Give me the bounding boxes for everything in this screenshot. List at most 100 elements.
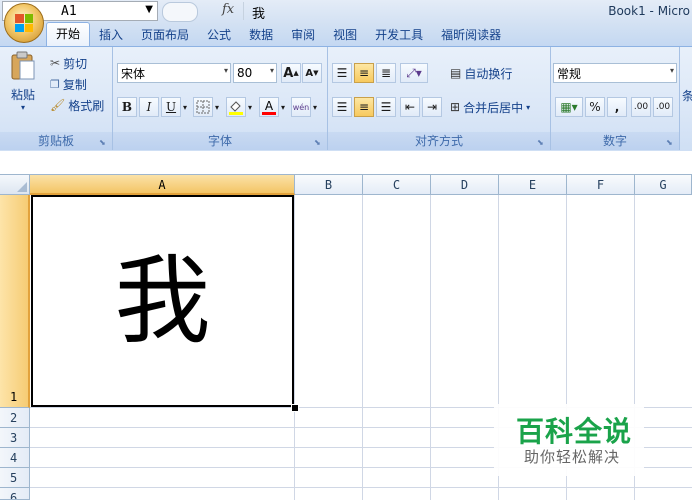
bold-icon: B	[121, 100, 133, 114]
number-format-select[interactable]: 常规 ▾	[553, 63, 677, 83]
grow-font-button[interactable]: A ▲	[281, 63, 301, 83]
row-header-6[interactable]: 6	[0, 488, 30, 500]
column-header-d[interactable]: D	[431, 175, 499, 195]
align-right-icon: ☰	[380, 100, 392, 114]
align-middle-icon: ≡	[358, 66, 370, 80]
window-title: Book1 - Micro	[608, 4, 690, 18]
copy-label: 复制	[62, 77, 87, 92]
cell-a1[interactable]: 我	[31, 195, 294, 407]
wrap-text-button[interactable]: ▤ 自动换行	[450, 63, 512, 83]
column-header-b[interactable]: B	[295, 175, 363, 195]
align-left-icon: ☰	[336, 100, 348, 114]
align-center-button[interactable]: ≡	[354, 97, 374, 117]
phonetic-dropdown-icon[interactable]: ▾	[310, 97, 320, 117]
merge-center-icon: ⊞	[450, 100, 461, 114]
column-header-f[interactable]: F	[567, 175, 635, 195]
font-group: 宋体 ▾ 80 ▾ A ▲ A ▼ B I U ▾ ▾ ▾ A ▾ wén ▾ 字体…	[113, 47, 328, 150]
font-name-select[interactable]: 宋体 ▾	[117, 63, 231, 83]
row-header-2[interactable]: 2	[0, 408, 30, 428]
borders-button[interactable]	[193, 97, 213, 117]
decrease-indent-button[interactable]: ⇤	[400, 97, 420, 117]
scissors-icon: ✂	[50, 56, 61, 70]
column-header-e[interactable]: E	[499, 175, 567, 195]
italic-button[interactable]: I	[139, 97, 159, 117]
paste-button[interactable]: 粘贴 ▾	[6, 51, 40, 112]
align-middle-button[interactable]: ≡	[354, 63, 374, 83]
chevron-down-icon[interactable]: ▼	[145, 4, 153, 15]
fill-color-button[interactable]	[226, 97, 246, 117]
increase-decimal-button[interactable]: .00	[631, 97, 651, 117]
shrink-font-button[interactable]: A ▼	[302, 63, 322, 83]
align-left-button[interactable]: ☰	[332, 97, 352, 117]
row-header-4[interactable]: 4	[0, 448, 30, 468]
tab-data[interactable]: 数据	[240, 24, 282, 46]
italic-icon: I	[146, 100, 152, 114]
align-center-icon: ≡	[358, 100, 370, 114]
merge-center-button[interactable]: ⊞ 合并后居中 ▾	[450, 97, 530, 117]
gridline	[362, 195, 363, 500]
row-header-5[interactable]: 5	[0, 468, 30, 488]
tab-formulas[interactable]: 公式	[198, 24, 240, 46]
office-button[interactable]	[4, 3, 44, 43]
align-top-button[interactable]: ☰	[332, 63, 352, 83]
insert-function-icon[interactable]: fx	[222, 2, 234, 17]
wrap-text-icon: ▤	[450, 66, 462, 80]
percent-button[interactable]: %	[585, 97, 605, 117]
row-header-1[interactable]: 1	[0, 195, 30, 408]
font-color-swatch	[262, 111, 276, 115]
font-size-value: 80	[237, 66, 253, 80]
underline-dropdown-icon[interactable]: ▾	[180, 97, 190, 117]
align-right-button[interactable]: ☰	[376, 97, 396, 117]
formula-input[interactable]: 我	[252, 3, 265, 22]
gridline	[294, 195, 295, 500]
paste-dropdown-icon[interactable]: ▾	[6, 103, 40, 112]
font-launcher-icon[interactable]: ⬊	[314, 138, 323, 147]
tab-review[interactable]: 审阅	[282, 24, 324, 46]
grow-font-icon: A	[283, 65, 294, 81]
tab-foxit-reader[interactable]: 福昕阅读器	[432, 24, 510, 46]
orientation-button[interactable]: ⤢▾	[400, 63, 428, 83]
font-color-dropdown-icon[interactable]: ▾	[278, 97, 288, 117]
gridline	[30, 487, 692, 488]
format-painter-button[interactable]: 🖌 格式刷	[50, 95, 104, 115]
tab-insert[interactable]: 插入	[90, 24, 132, 46]
tab-page-layout[interactable]: 页面布局	[132, 24, 198, 46]
decrease-decimal-button[interactable]: .00	[653, 97, 673, 117]
copy-icon: ❐	[50, 77, 60, 91]
column-header-g[interactable]: G	[635, 175, 692, 195]
select-all-button[interactable]	[0, 175, 30, 195]
row-header-3[interactable]: 3	[0, 428, 30, 448]
number-group: 常规 ▾ ▦▾ % , .00 .00 数字 ⬊	[551, 47, 680, 150]
tab-view[interactable]: 视图	[324, 24, 366, 46]
conditional-format-label[interactable]: 条	[682, 87, 692, 104]
tab-developer[interactable]: 开发工具	[366, 24, 432, 46]
column-header-a[interactable]: A	[30, 175, 295, 195]
name-box-value: A1	[61, 4, 77, 19]
underline-button[interactable]: U	[161, 97, 181, 117]
fill-color-dropdown-icon[interactable]: ▾	[245, 97, 255, 117]
accounting-format-button[interactable]: ▦▾	[555, 97, 583, 117]
align-top-icon: ☰	[336, 66, 348, 80]
fill-handle[interactable]	[291, 404, 299, 412]
increase-indent-button[interactable]: ⇥	[422, 97, 442, 117]
clipboard-launcher-icon[interactable]: ⬊	[99, 138, 108, 147]
cut-button[interactable]: ✂ 剪切	[50, 53, 87, 73]
copy-button[interactable]: ❐ 复制	[50, 74, 87, 94]
watermark-subtitle: 助你轻松解决	[524, 448, 621, 466]
alignment-launcher-icon[interactable]: ⬊	[537, 138, 546, 147]
paste-label: 粘贴	[10, 88, 35, 102]
borders-dropdown-icon[interactable]: ▾	[212, 97, 222, 117]
ribbon: 粘贴 ▾ ✂ 剪切 ❐ 复制 🖌 格式刷 剪贴板 ⬊ 宋体 ▾ 80 ▾ A ▲ …	[0, 46, 692, 152]
phonetic-button[interactable]: wén	[291, 97, 311, 117]
font-size-select[interactable]: 80 ▾	[233, 63, 277, 83]
align-bottom-button[interactable]: ≣	[376, 63, 396, 83]
chevron-down-icon: ▾	[526, 102, 531, 112]
bold-button[interactable]: B	[117, 97, 137, 117]
tab-home[interactable]: 开始	[46, 22, 91, 46]
comma-icon: ,	[614, 100, 620, 114]
chevron-down-icon: ▾	[669, 66, 674, 75]
comma-style-button[interactable]: ,	[607, 97, 627, 117]
font-color-button[interactable]: A	[259, 97, 279, 117]
number-launcher-icon[interactable]: ⬊	[666, 138, 675, 147]
column-header-c[interactable]: C	[363, 175, 431, 195]
